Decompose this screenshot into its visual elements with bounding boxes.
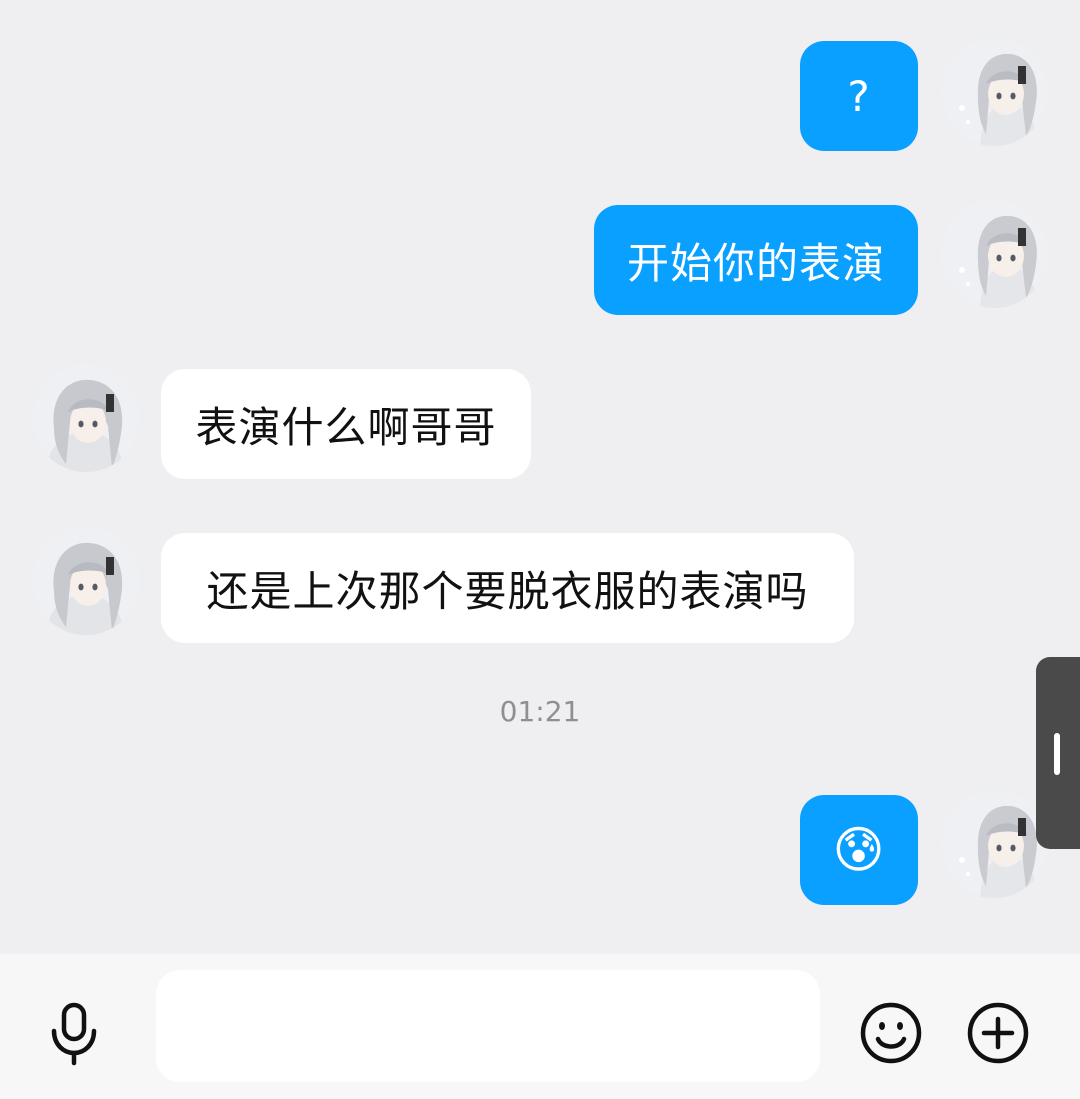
side-panel-handle[interactable] [1036,657,1080,849]
message-emoji: 😰 [832,821,886,879]
avatar-image-icon [940,200,1048,308]
plus-icon [967,1002,1029,1064]
message-bubble-received[interactable]: 表演什么啊哥哥 [161,369,531,479]
avatar-image-icon [32,364,140,472]
contact-avatar[interactable] [32,527,140,635]
message-row: ? [0,38,1080,152]
avatar-image-icon [32,527,140,635]
more-button[interactable] [962,997,1034,1069]
handle-grip-icon [1054,733,1060,775]
avatar-image-icon [940,790,1048,898]
message-bubble-sent[interactable]: ? [800,41,918,151]
chat-area: ? 开始你的表演 表演什么啊哥哥 还是上次那个要脱衣服的表演吗 01:21 😰 [0,0,1080,954]
message-text: 表演什么啊哥哥 [195,402,497,452]
message-timestamp: 01:21 [499,695,581,728]
avatar-image-icon [940,38,1048,146]
message-text: 还是上次那个要脱衣服的表演吗 [206,566,809,616]
message-row: 表演什么啊哥哥 [0,364,1080,479]
input-bar [0,954,1080,1099]
contact-avatar[interactable] [32,364,140,472]
my-avatar[interactable] [940,200,1048,308]
message-row: 开始你的表演 [0,200,1080,315]
message-text: ? [847,71,871,121]
message-input[interactable] [156,970,820,1082]
message-bubble-sent[interactable]: 😰 [800,795,918,905]
message-bubble-received[interactable]: 还是上次那个要脱衣服的表演吗 [161,533,854,643]
message-row: 😰 [0,790,1080,905]
emoji-icon [860,1002,922,1064]
message-text: 开始你的表演 [626,238,885,288]
microphone-icon [51,1002,97,1066]
voice-button[interactable] [38,997,110,1069]
my-avatar[interactable] [940,790,1048,898]
message-row: 还是上次那个要脱衣服的表演吗 [0,527,1080,643]
emoji-button[interactable] [855,997,927,1069]
my-avatar[interactable] [940,38,1048,146]
message-bubble-sent[interactable]: 开始你的表演 [594,205,918,315]
